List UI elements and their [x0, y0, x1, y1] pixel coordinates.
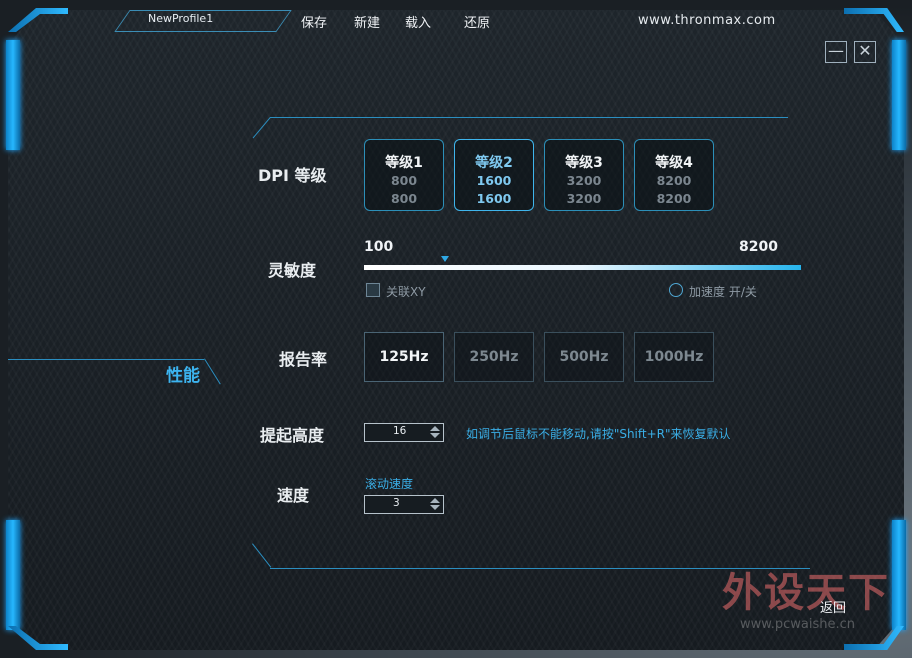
dpi-level-title: 等级1: [385, 155, 423, 171]
dpi-level-y: 3200: [566, 191, 602, 206]
sensitivity-slider[interactable]: [364, 265, 801, 270]
frame-right-top: [892, 40, 906, 150]
slider-max-value: 8200: [739, 239, 778, 255]
dpi-label: DPI 等级: [258, 166, 327, 185]
dpi-level-title: 等级2: [475, 155, 513, 171]
frame-right-bottom: [892, 520, 906, 630]
arrow-up-icon[interactable]: [430, 498, 440, 503]
link-xy-checkbox[interactable]: [366, 283, 380, 297]
dpi-level-y: 800: [390, 191, 418, 206]
return-button[interactable]: 返回: [820, 597, 846, 616]
minimize-button[interactable]: —: [825, 41, 847, 63]
dpi-level-2[interactable]: 等级2 1600 1600: [454, 139, 534, 211]
close-button[interactable]: ✕: [854, 41, 876, 63]
menu-new[interactable]: 新建: [354, 12, 380, 31]
menu-load[interactable]: 载入: [405, 12, 431, 31]
dpi-level-y: 8200: [656, 191, 692, 206]
dpi-level-title: 等级4: [655, 155, 693, 171]
dpi-level-x: 8200: [656, 173, 692, 188]
dpi-level-y: 1600: [476, 191, 512, 206]
arrow-down-icon[interactable]: [430, 505, 440, 510]
sensitivity-label: 灵敏度: [268, 261, 317, 280]
link-xy-label: 关联XY: [386, 285, 426, 299]
report-rate-500[interactable]: 500Hz: [544, 332, 624, 382]
dpi-level-title: 等级3: [565, 155, 603, 171]
report-rate-125[interactable]: 125Hz: [364, 332, 444, 382]
dpi-level-x: 3200: [566, 173, 602, 188]
scroll-speed-value: 3: [393, 497, 400, 509]
stepper-arrows[interactable]: [429, 497, 440, 512]
acceleration-radio[interactable]: [669, 283, 683, 297]
dpi-level-3[interactable]: 等级3 3200 3200: [544, 139, 624, 211]
section-performance[interactable]: 性能: [166, 361, 200, 386]
watermark-logo: 外设天下: [722, 570, 890, 616]
scroll-speed-stepper[interactable]: 3: [364, 495, 444, 514]
section-rule: [8, 359, 204, 360]
speed-label: 速度: [277, 486, 310, 505]
slider-thumb-icon[interactable]: [440, 256, 449, 262]
acceleration-label: 加速度 开/关: [689, 285, 757, 299]
lift-height-label: 提起高度: [260, 426, 325, 445]
report-rate-label: 报告率: [279, 350, 328, 369]
lift-height-hint: 如调节后鼠标不能移动,请按"Shift+R"来恢复默认: [466, 427, 731, 441]
main-panel: [8, 10, 904, 650]
lift-height-stepper[interactable]: 16: [364, 423, 444, 442]
stepper-arrows[interactable]: [429, 425, 440, 440]
frame-left-bottom: [6, 520, 20, 630]
slider-min-value: 100: [364, 239, 394, 255]
dpi-level-x: 800: [390, 173, 418, 188]
report-rate-250[interactable]: 250Hz: [454, 332, 534, 382]
watermark-url: www.pcwaishe.cn: [740, 617, 855, 632]
arrow-up-icon[interactable]: [430, 426, 440, 431]
report-rate-1000[interactable]: 1000Hz: [634, 332, 714, 382]
profile-name[interactable]: NewProfile1: [148, 12, 213, 25]
minimize-icon: —: [828, 41, 844, 60]
arrow-down-icon[interactable]: [430, 433, 440, 438]
frame-left-top: [6, 40, 20, 150]
dpi-level-x: 1600: [476, 173, 512, 188]
dpi-level-1[interactable]: 等级1 800 800: [364, 139, 444, 211]
scroll-speed-label: 滚动速度: [365, 477, 414, 491]
close-icon: ✕: [858, 41, 872, 60]
lift-height-value: 16: [393, 425, 407, 437]
menu-save[interactable]: 保存: [301, 12, 327, 31]
menu-restore[interactable]: 还原: [464, 12, 490, 31]
dpi-level-4[interactable]: 等级4 8200 8200: [634, 139, 714, 211]
site-url: www.thronmax.com: [638, 13, 776, 28]
top-rule: [270, 117, 788, 118]
